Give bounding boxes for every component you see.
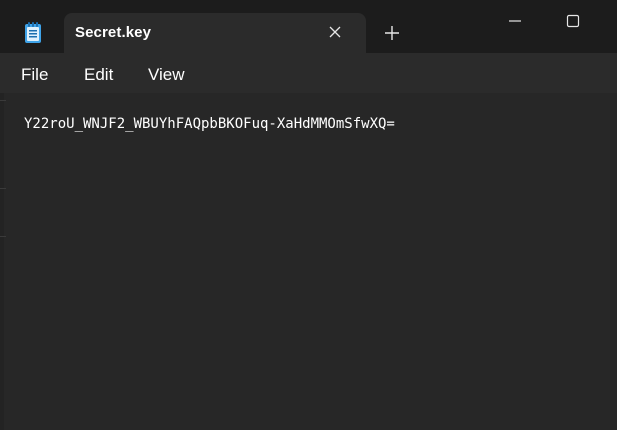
maximize-icon[interactable] [564, 12, 582, 30]
edge-tick [0, 100, 6, 101]
menu-edit[interactable]: Edit [84, 65, 113, 85]
tab-title: Secret.key [75, 24, 152, 41]
left-edge-divider [0, 93, 4, 430]
close-icon[interactable] [326, 23, 344, 41]
tab-secret-key[interactable]: Secret.key [64, 13, 366, 53]
edge-tick [0, 188, 6, 189]
edge-tick [0, 236, 6, 237]
text-editor[interactable]: Y22roU_WNJF2_WBUYhFAQpbBKOFuq-XaHdMMOmSf… [0, 93, 617, 430]
notepad-icon [22, 22, 44, 44]
menu-bar: File Edit View [0, 53, 617, 93]
notepad-window: Secret.key File Edit View Y22roU_WNJF2_W… [0, 0, 617, 430]
menu-file[interactable]: File [21, 65, 48, 85]
minimize-icon[interactable] [506, 12, 524, 30]
title-bar: Secret.key [0, 0, 617, 53]
plus-icon[interactable] [383, 24, 401, 42]
menu-view[interactable]: View [148, 65, 185, 85]
editor-content: Y22roU_WNJF2_WBUYhFAQpbBKOFuq-XaHdMMOmSf… [24, 116, 395, 132]
